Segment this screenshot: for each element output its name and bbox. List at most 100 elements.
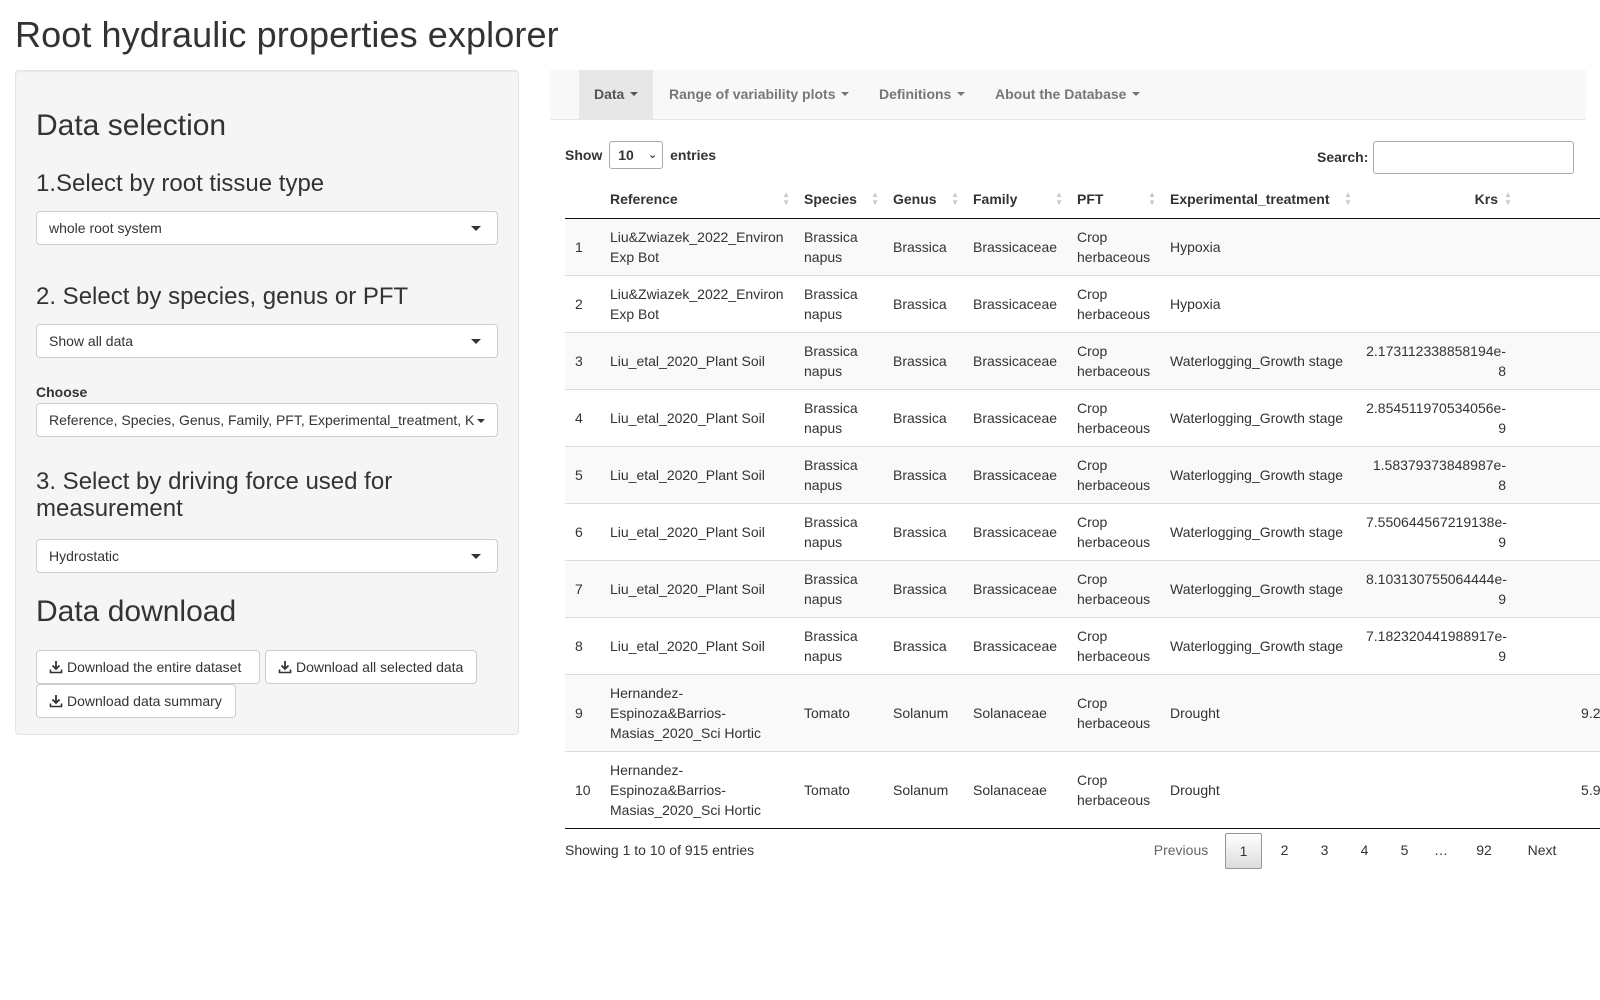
krs-cell: [1356, 673, 1516, 751]
krs-cell: 1.58379373848987e-8: [1356, 445, 1516, 503]
page-length-select[interactable]: 10 ⌄: [609, 141, 664, 169]
table-row[interactable]: 7 Liu_etal_2020_Plant Soil Brassica napus B…: [565, 559, 1600, 617]
family-cell: Solanaceae: [963, 750, 1067, 829]
table-row[interactable]: 2 Liu&Zwiazek_2022_Environ Exp Bot Brassic…: [565, 274, 1600, 332]
caret-down-icon: [471, 339, 481, 344]
krs-cell: 8.103130755064444e-9: [1356, 559, 1516, 617]
genus-cell: Brassica: [883, 616, 963, 674]
species-cell: Brassica napus: [794, 217, 883, 275]
table-row[interactable]: 9 Hernandez-Espinoza&Barrios-Masias_2020_…: [565, 673, 1600, 751]
show-label: Show: [565, 147, 603, 163]
sort-icon: ▲ ▼: [1148, 190, 1156, 207]
treatment-cell: Waterlogging_Growth stage: [1160, 331, 1356, 389]
genus-cell: Brassica: [883, 331, 963, 389]
table-row[interactable]: 5 Liu_etal_2020_Plant Soil Brassica napus B…: [565, 445, 1600, 503]
tab-about-the-database[interactable]: About the Database: [980, 70, 1155, 120]
sort-icon: ▲ ▼: [871, 190, 879, 207]
column-header-krs[interactable]: Krs ▲ ▼: [1356, 180, 1516, 219]
row-index: 9: [565, 673, 600, 751]
table-row[interactable]: 1 Liu&Zwiazek_2022_Environ Exp Bot Brassic…: [565, 217, 1600, 275]
treatment-cell: Hypoxia: [1160, 274, 1356, 332]
driving-force-select[interactable]: Hydrostatic: [36, 539, 498, 573]
column-header-k[interactable]: K: [1516, 180, 1600, 219]
tab-definitions[interactable]: Definitions: [864, 70, 980, 120]
species-select[interactable]: Show all data: [36, 324, 498, 358]
data-download-heading: Data download: [36, 595, 237, 628]
download-data-summary-button[interactable]: Download data summary: [36, 684, 236, 718]
treatment-cell: Drought: [1160, 750, 1356, 829]
pagination-page-2[interactable]: 2: [1266, 833, 1303, 869]
column-header-label: Reference: [610, 190, 678, 207]
treatment-cell: Waterlogging_Growth stage: [1160, 445, 1356, 503]
caret-down-icon: [630, 92, 639, 96]
family-cell: Brassicaceae: [963, 217, 1067, 275]
krs-cell: [1356, 274, 1516, 332]
caret-down-icon: [957, 92, 966, 96]
pagination-next[interactable]: Next: [1516, 833, 1568, 869]
tab-data[interactable]: Data: [579, 70, 654, 120]
column-header-reference[interactable]: Reference ▲ ▼: [600, 180, 794, 219]
root-tissue-select[interactable]: whole root system: [36, 211, 498, 245]
pagination-previous[interactable]: Previous: [1146, 833, 1216, 869]
table-row[interactable]: 4 Liu_etal_2020_Plant Soil Brassica napus B…: [565, 388, 1600, 446]
table-header-row: Reference ▲ ▼ Species ▲ ▼ Genus ▲ ▼ Family ▲ ▼ P…: [565, 180, 1600, 219]
column-header-pft[interactable]: PFT ▲ ▼: [1067, 180, 1160, 219]
pagination-page-5[interactable]: 5: [1386, 833, 1423, 869]
krs-cell: [1356, 750, 1516, 829]
treatment-cell: Waterlogging_Growth stage: [1160, 559, 1356, 617]
pagination-page-92[interactable]: 92: [1462, 833, 1506, 869]
family-cell: Brassicaceae: [963, 331, 1067, 389]
reference-cell: Liu_etal_2020_Plant Soil: [600, 559, 794, 617]
table-row[interactable]: 8 Liu_etal_2020_Plant Soil Brassica napus B…: [565, 616, 1600, 674]
tab-data-label: Data: [594, 86, 625, 102]
download-selected-data-button[interactable]: Download all selected data: [265, 650, 477, 684]
columns-select-value: Reference, Species, Genus, Family, PFT, …: [49, 412, 475, 428]
row-index: 5: [565, 445, 600, 503]
download-selected-data-label: Download all selected data: [296, 659, 464, 675]
pft-cell: Crop herbaceous: [1067, 445, 1160, 503]
k-cell: [1516, 445, 1600, 503]
pagination-page-3[interactable]: 3: [1306, 833, 1343, 869]
row-index: 7: [565, 559, 600, 617]
show-entries-control: Show 10 ⌄ entries: [565, 141, 716, 169]
krs-cell: 7.550644567219138e-9: [1356, 502, 1516, 560]
row-index: 8: [565, 616, 600, 674]
k-cell: 5.90909090: [1516, 750, 1600, 829]
column-header-experimental-treatment[interactable]: Experimental_treatment ▲ ▼: [1160, 180, 1356, 219]
column-header-index[interactable]: [565, 180, 600, 219]
column-header-family[interactable]: Family ▲ ▼: [963, 180, 1067, 219]
sort-icon: ▲ ▼: [1055, 190, 1063, 207]
reference-cell: Liu_etal_2020_Plant Soil: [600, 616, 794, 674]
download-entire-dataset-button[interactable]: Download the entire dataset: [36, 650, 260, 684]
krs-cell: 2.854511970534056e-9: [1356, 388, 1516, 446]
pagination-page-1[interactable]: 1: [1225, 833, 1262, 869]
sidebar-panel: Data selection 1.Select by root tissue t…: [15, 70, 519, 735]
column-header-genus[interactable]: Genus ▲ ▼: [883, 180, 963, 219]
caret-down-icon: [471, 554, 481, 559]
pft-cell: Crop herbaceous: [1067, 217, 1160, 275]
row-index: 4: [565, 388, 600, 446]
entries-label: entries: [670, 147, 717, 163]
download-icon: [49, 695, 63, 708]
pagination-page-4[interactable]: 4: [1346, 833, 1383, 869]
genus-cell: Brassica: [883, 217, 963, 275]
family-cell: Brassicaceae: [963, 502, 1067, 560]
table-row[interactable]: 10 Hernandez-Espinoza&Barrios-Masias_2020…: [565, 750, 1600, 829]
row-index: 6: [565, 502, 600, 560]
columns-select[interactable]: Reference, Species, Genus, Family, PFT, …: [36, 403, 498, 437]
species-cell: Brassica napus: [794, 388, 883, 446]
krs-cell: 7.182320441988917e-9: [1356, 616, 1516, 674]
column-header-species[interactable]: Species ▲ ▼: [794, 180, 883, 219]
species-cell: Tomato: [794, 673, 883, 751]
genus-cell: Brassica: [883, 445, 963, 503]
genus-cell: Brassica: [883, 559, 963, 617]
family-cell: Brassicaceae: [963, 616, 1067, 674]
search-label: Search:: [1317, 149, 1369, 165]
table-row[interactable]: 3 Liu_etal_2020_Plant Soil Brassica napus B…: [565, 331, 1600, 389]
table-row[interactable]: 6 Liu_etal_2020_Plant Soil Brassica napus B…: [565, 502, 1600, 560]
genus-cell: Brassica: [883, 502, 963, 560]
tab-range-of-variability-plots[interactable]: Range of variability plots: [654, 70, 864, 120]
table-info: Showing 1 to 10 of 915 entries: [565, 842, 755, 858]
search-input[interactable]: [1373, 141, 1574, 174]
download-entire-dataset-label: Download the entire dataset: [67, 659, 242, 675]
